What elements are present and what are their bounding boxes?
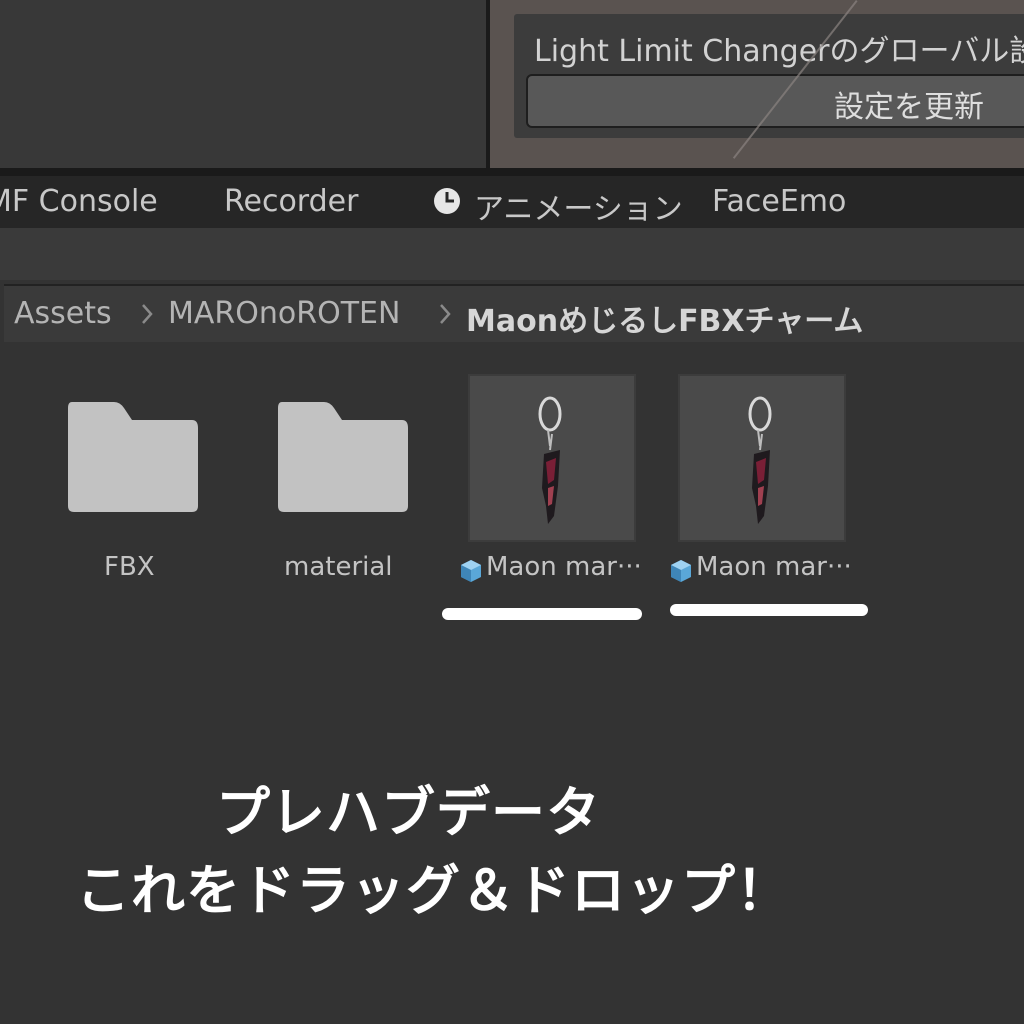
inspector-panel: Light Limit Changerのグローバル設 設定を更新: [490, 0, 1024, 168]
breadcrumb-assets[interactable]: Assets: [14, 296, 112, 331]
asset-label-fbx: FBX: [104, 552, 155, 582]
light-limit-changer-title: Light Limit Changerのグローバル設: [534, 34, 1024, 69]
folder-icon[interactable]: [276, 400, 410, 514]
prefab-thumbnail[interactable]: [678, 374, 846, 542]
toolbar-strip: [0, 228, 1024, 280]
tab-mf-console[interactable]: MF Console: [0, 184, 158, 219]
asset-label-prefab-1: Maon mar···: [486, 552, 642, 582]
prefab-cube-icon: [671, 560, 691, 582]
tab-recorder[interactable]: Recorder: [224, 184, 358, 219]
highlight-underline: [442, 608, 642, 620]
prefab-cube-icon: [461, 560, 481, 582]
folder-icon[interactable]: [66, 400, 200, 514]
tab-bar: MF Console Recorder アニメーション FaceEmo: [0, 176, 1024, 228]
caption-line-2: これをドラッグ＆ドロップ！: [76, 859, 791, 922]
tab-faceemo[interactable]: FaceEmo: [712, 184, 846, 219]
chevron-right-icon: [440, 304, 451, 324]
horizontal-divider[interactable]: [0, 168, 1024, 176]
clock-icon: [434, 188, 460, 214]
update-settings-button[interactable]: 設定を更新: [526, 74, 1024, 128]
breadcrumb-maronoroten[interactable]: MAROnoROTEN: [168, 296, 400, 331]
caption-line-1: プレハブデータ: [216, 781, 601, 844]
charm-preview-icon: [748, 396, 772, 524]
update-settings-label: 設定を更新: [834, 90, 984, 125]
prefab-thumbnail[interactable]: [468, 374, 636, 542]
highlight-underline: [670, 604, 868, 616]
charm-preview-icon: [538, 396, 562, 524]
breadcrumb: Assets MAROnoROTEN MaonめじるしFBXチャーム: [4, 284, 1024, 342]
breadcrumb-current-folder[interactable]: MaonめじるしFBXチャーム: [466, 296, 863, 340]
scene-view-area: [0, 0, 486, 168]
asset-label-material: material: [284, 552, 393, 582]
asset-label-prefab-2: Maon mar···: [696, 552, 852, 582]
tab-animation[interactable]: アニメーション: [474, 184, 683, 228]
chevron-right-icon: [142, 304, 153, 324]
light-limit-changer-section: Light Limit Changerのグローバル設 設定を更新: [514, 14, 1024, 138]
